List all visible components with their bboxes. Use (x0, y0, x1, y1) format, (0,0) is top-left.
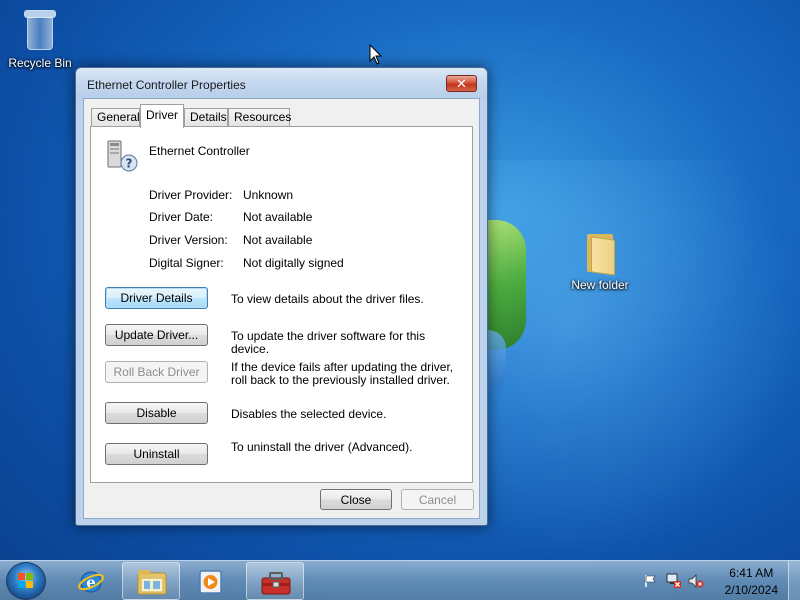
update-driver-description: To update the driver software for this d… (231, 329, 426, 356)
notification-area: 6:41 AM 2/10/2024 (630, 561, 800, 600)
taskbar: e 6:41 AM 2/10/2024 (0, 560, 800, 600)
driver-provider-label: Driver Provider: (149, 188, 233, 202)
properties-dialog: Ethernet Controller Properties ✕ General… (75, 67, 488, 526)
mouse-cursor-icon (369, 43, 383, 69)
dialog-title: Ethernet Controller Properties (87, 78, 246, 92)
desktop-icon-label: Recycle Bin (8, 56, 72, 70)
tab-details[interactable]: Details (184, 108, 228, 127)
volume-muted-icon[interactable] (688, 573, 704, 589)
roll-back-driver-button[interactable]: Roll Back Driver (105, 361, 208, 383)
driver-version-label: Driver Version: (149, 233, 228, 247)
disable-button[interactable]: Disable (105, 402, 208, 424)
dialog-body: General Driver Details Resources ? Ether… (83, 98, 480, 519)
roll-back-driver-description: If the device fails after updating the d… (231, 360, 454, 387)
desktop-icon-recycle-bin[interactable]: Recycle Bin (0, 8, 80, 70)
internet-explorer-icon: e (78, 571, 104, 593)
driver-date-value: Not available (243, 210, 313, 224)
folder-icon (583, 232, 617, 276)
tab-resources[interactable]: Resources (228, 108, 291, 127)
dialog-titlebar[interactable]: Ethernet Controller Properties ✕ (76, 68, 487, 98)
taskbar-item-toolbox[interactable] (246, 562, 304, 600)
show-desktop-button[interactable] (788, 561, 800, 600)
close-icon[interactable]: ✕ (446, 75, 477, 92)
driver-provider-value: Unknown (243, 188, 294, 202)
driver-version-value: Not available (243, 233, 313, 247)
media-player-icon (199, 570, 222, 594)
driver-details-description: To view details about the driver files. (231, 292, 424, 306)
toolbox-icon (261, 572, 291, 595)
recycle-bin-icon (23, 8, 57, 52)
network-device-icon: ? (105, 139, 139, 173)
tab-general[interactable]: General (91, 108, 140, 127)
desktop-icon-new-folder[interactable]: New folder (560, 232, 640, 292)
uninstall-description: To uninstall the driver (Advanced). (231, 440, 413, 454)
svg-text:?: ? (126, 157, 133, 171)
device-name: Ethernet Controller (149, 144, 250, 158)
tab-driver[interactable]: Driver (140, 104, 184, 128)
action-center-flag-icon[interactable] (644, 574, 658, 588)
digital-signer-value: Not digitally signed (243, 256, 344, 270)
clock-time: 6:41 AM (729, 566, 774, 580)
digital-signer-label: Digital Signer: (149, 256, 224, 270)
close-button[interactable]: Close (320, 489, 392, 510)
windows-explorer-icon (137, 570, 167, 595)
system-clock[interactable]: 6:41 AM 2/10/2024 (725, 565, 778, 599)
taskbar-item-windows-explorer[interactable] (122, 562, 180, 600)
clock-date: 2/10/2024 (724, 583, 778, 597)
taskbar-item-media-player[interactable] (182, 562, 240, 600)
disable-description: Disables the selected device. (231, 407, 387, 421)
cancel-button[interactable]: Cancel (401, 489, 474, 510)
desktop-icon-label: New folder (571, 278, 629, 292)
start-button[interactable] (6, 562, 46, 600)
driver-date-label: Driver Date: (149, 210, 214, 224)
windows-flag-icon (18, 573, 34, 589)
windows-logo-fragment-blue (486, 330, 506, 390)
driver-tab-panel: ? Ethernet Controller Driver Provider: U… (90, 126, 473, 483)
uninstall-button[interactable]: Uninstall (105, 443, 208, 465)
taskbar-item-internet-explorer[interactable]: e (62, 562, 120, 600)
network-icon[interactable] (666, 573, 682, 589)
driver-details-button[interactable]: Driver Details (105, 287, 208, 309)
update-driver-button[interactable]: Update Driver... (105, 324, 208, 346)
